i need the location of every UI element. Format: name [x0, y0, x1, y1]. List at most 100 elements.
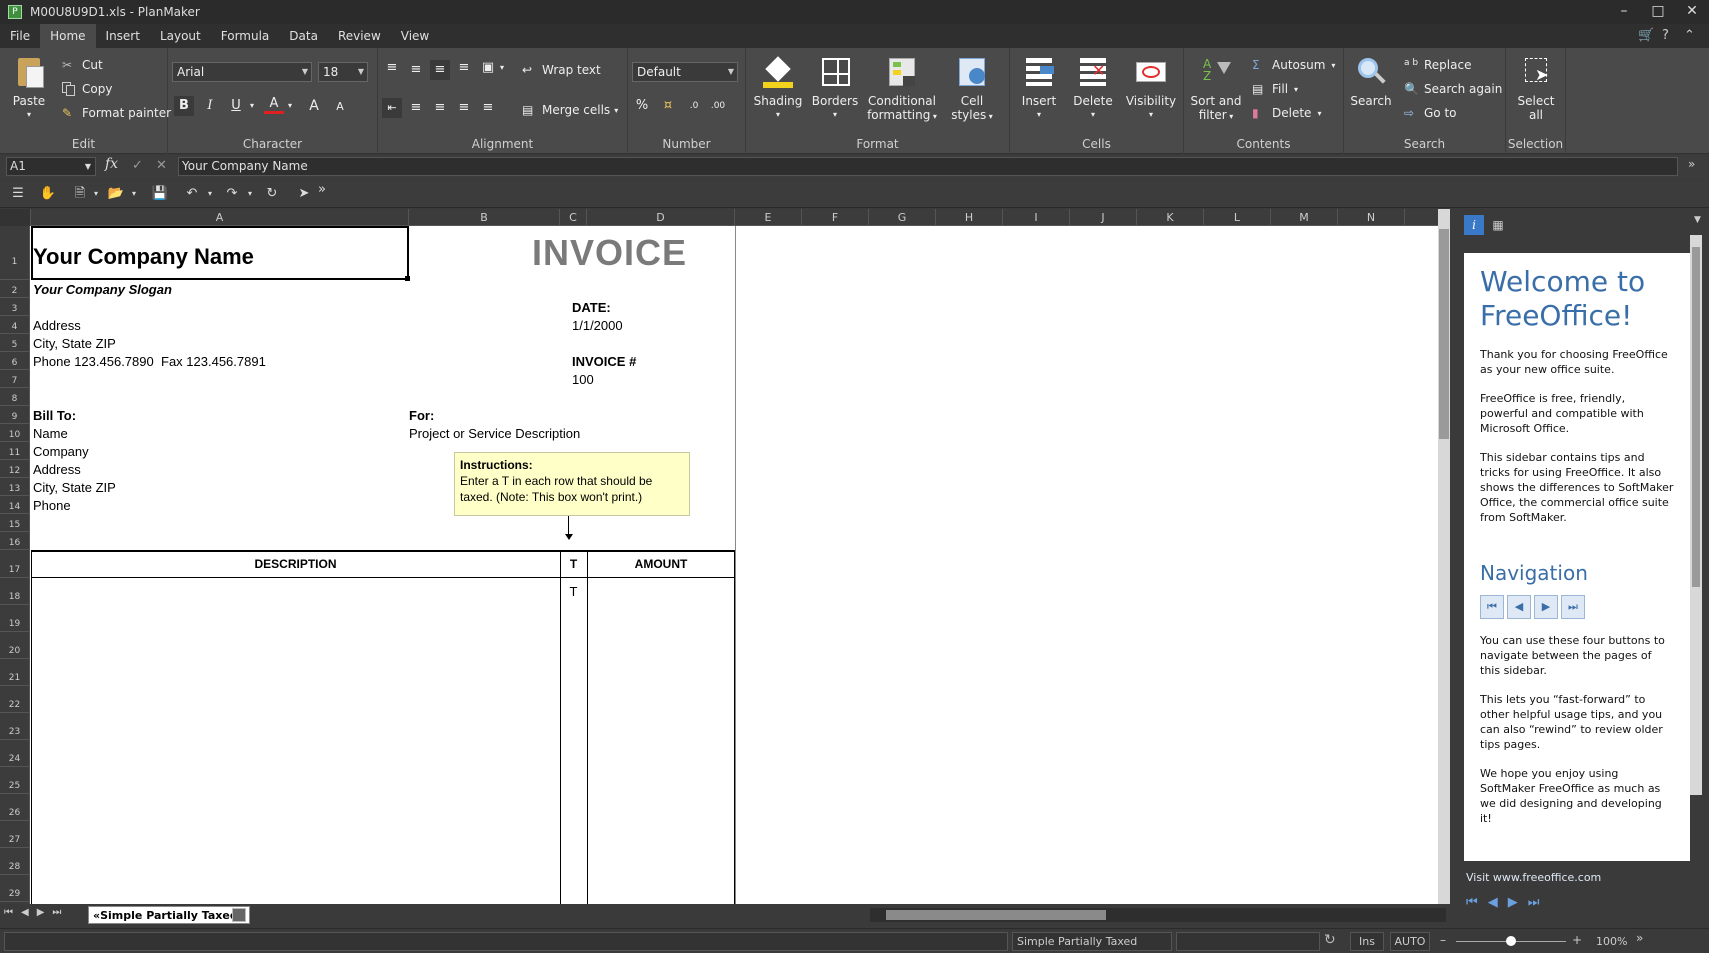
row-header[interactable]: 29 [0, 875, 29, 902]
cart-icon[interactable]: 🛒 [1638, 24, 1654, 48]
percent-icon[interactable]: % [632, 96, 652, 116]
row-header[interactable]: 3 [0, 298, 29, 316]
select-all-button[interactable]: ➤ Select all [1510, 56, 1562, 122]
currency-icon[interactable]: ¤ [658, 96, 678, 116]
align-middle-icon[interactable]: ≡ [406, 60, 426, 80]
horizontal-scrollbar[interactable] [870, 908, 1446, 922]
column-header[interactable]: N [1338, 209, 1405, 226]
cell-grid[interactable]: Your Company Name INVOICE Your Company S… [31, 226, 1438, 904]
row-header[interactable]: 27 [0, 821, 29, 848]
status-overflow-icon[interactable]: » [1636, 931, 1643, 945]
underline-dropdown[interactable]: ▾ [242, 96, 262, 116]
row-header[interactable]: 8 [0, 388, 29, 406]
menu-view[interactable]: View [391, 24, 439, 48]
paste-button[interactable]: Paste ▾ [6, 56, 52, 122]
column-header[interactable]: B [409, 209, 560, 226]
row-header[interactable]: 24 [0, 740, 29, 767]
info-tab-icon[interactable]: i [1464, 215, 1484, 235]
italic-button[interactable]: I [200, 96, 220, 116]
font-name-combo[interactable]: Arial ▼ [172, 62, 312, 82]
freeoffice-link[interactable]: Visit www.freeoffice.com [1466, 871, 1601, 884]
column-header[interactable]: K [1137, 209, 1204, 226]
column-header[interactable]: H [936, 209, 1003, 226]
increase-decimal-icon[interactable]: .0 [684, 96, 704, 116]
fill-handle[interactable] [405, 276, 410, 281]
sidebar-scrollbar[interactable] [1690, 235, 1702, 795]
row-header[interactable]: 2 [0, 280, 29, 298]
grow-font-button[interactable]: A [304, 96, 324, 116]
number-format-combo[interactable]: Default ▼ [632, 62, 738, 82]
row-header[interactable]: 18 [0, 578, 29, 605]
function-icon[interactable]: fx [105, 156, 118, 172]
sidebar-first-page-button[interactable]: ⏮ [1466, 895, 1488, 910]
horizontal-scroll-thumb[interactable] [886, 910, 1106, 920]
row-header[interactable]: 12 [0, 460, 29, 478]
row-header[interactable]: 7 [0, 370, 29, 388]
row-header[interactable]: 19 [0, 605, 29, 632]
touch-mode-icon[interactable]: ✋ [38, 184, 58, 204]
row-header[interactable]: 20 [0, 632, 29, 659]
font-size-combo[interactable]: 18 ▼ [318, 62, 368, 82]
redo-dropdown[interactable]: ▾ [240, 184, 260, 204]
maximize-button[interactable]: □ [1641, 0, 1675, 24]
align-right-icon[interactable]: ≡ [454, 98, 474, 118]
close-button[interactable]: ✕ [1675, 0, 1709, 24]
sort-filter-button[interactable]: AZ Sort and filter ▾ [1188, 56, 1244, 124]
add-sheet-icon[interactable] [232, 908, 246, 922]
merge-cells-button[interactable]: ▤ Merge cells ▾ [522, 101, 618, 119]
auto-calc-indicator[interactable]: AUTO [1390, 932, 1430, 951]
formula-expand-icon[interactable]: » [1688, 157, 1695, 171]
orientation-dropdown[interactable]: ▾ [492, 58, 512, 78]
decrease-decimal-icon[interactable]: .00 [708, 96, 728, 116]
row-header[interactable]: 4 [0, 316, 29, 334]
menu-home[interactable]: Home [40, 24, 96, 48]
vertical-scroll-thumb[interactable] [1439, 229, 1449, 439]
ribbon-collapse-icon[interactable]: ⌃ [1684, 24, 1695, 48]
align-center-icon[interactable]: ≡ [430, 98, 450, 118]
row-header[interactable]: 10 [0, 424, 29, 442]
menu-formula[interactable]: Formula [211, 24, 280, 48]
row-header[interactable]: 26 [0, 794, 29, 821]
shrink-font-button[interactable]: A [330, 97, 350, 117]
select-all-corner[interactable] [0, 209, 31, 226]
shading-button[interactable]: Shading ▾ [752, 56, 804, 122]
menu-layout[interactable]: Layout [150, 24, 211, 48]
insert-cells-button[interactable]: Insert ▾ [1014, 56, 1064, 122]
open-dropdown[interactable]: ▾ [124, 184, 144, 204]
cancel-icon[interactable]: ✕ [156, 158, 167, 173]
open-folder-icon[interactable]: 📂 [106, 184, 126, 204]
column-header[interactable]: M [1271, 209, 1338, 226]
sheet-tab[interactable]: «Simple Partially Taxed» [88, 906, 250, 924]
column-header[interactable]: I [1003, 209, 1070, 226]
cell-styles-button[interactable]: Cell styles ▾ [944, 56, 1000, 124]
sidebar-scroll-thumb[interactable] [1692, 247, 1700, 587]
column-header[interactable]: E [735, 209, 802, 226]
hamburger-menu-icon[interactable]: ☰ [8, 184, 28, 204]
column-header[interactable]: F [802, 209, 869, 226]
align-left-icon[interactable]: ≡ [406, 98, 426, 118]
row-header[interactable]: 9 [0, 406, 29, 424]
justify-vertical-icon[interactable]: ≡ [454, 58, 474, 78]
repeat-icon[interactable]: ↻ [262, 184, 282, 204]
recalculate-icon[interactable]: ↻ [1324, 932, 1336, 948]
column-header[interactable]: D [587, 209, 735, 226]
column-header[interactable]: A [31, 209, 409, 226]
row-header[interactable]: 25 [0, 767, 29, 794]
new-dropdown[interactable]: ▾ [86, 184, 106, 204]
menu-review[interactable]: Review [328, 24, 391, 48]
cell-reference-box[interactable]: A1 ▼ [6, 157, 96, 176]
format-painter-button[interactable]: ✎ Format painter [62, 104, 171, 122]
visibility-button[interactable]: Visibility ▾ [1122, 56, 1180, 122]
row-header[interactable]: 5 [0, 334, 29, 352]
row-header[interactable]: 15 [0, 514, 29, 532]
sidebar-previous-page-button[interactable]: ◀ [1488, 895, 1508, 910]
row-header[interactable]: 1 [0, 226, 29, 280]
sidebar-next-page-button[interactable]: ▶ [1508, 895, 1528, 910]
toolbar-overflow-icon[interactable]: » [312, 180, 332, 200]
autosum-button[interactable]: Σ Autosum ▾ [1252, 56, 1335, 74]
delete-contents-button[interactable]: ▮ Delete ▾ [1252, 104, 1321, 122]
indent-icon[interactable]: ⇤ [382, 98, 402, 118]
align-top-icon[interactable]: ≡ [382, 58, 402, 78]
confirm-icon[interactable]: ✓ [132, 158, 143, 173]
menu-file[interactable]: File [0, 24, 40, 48]
